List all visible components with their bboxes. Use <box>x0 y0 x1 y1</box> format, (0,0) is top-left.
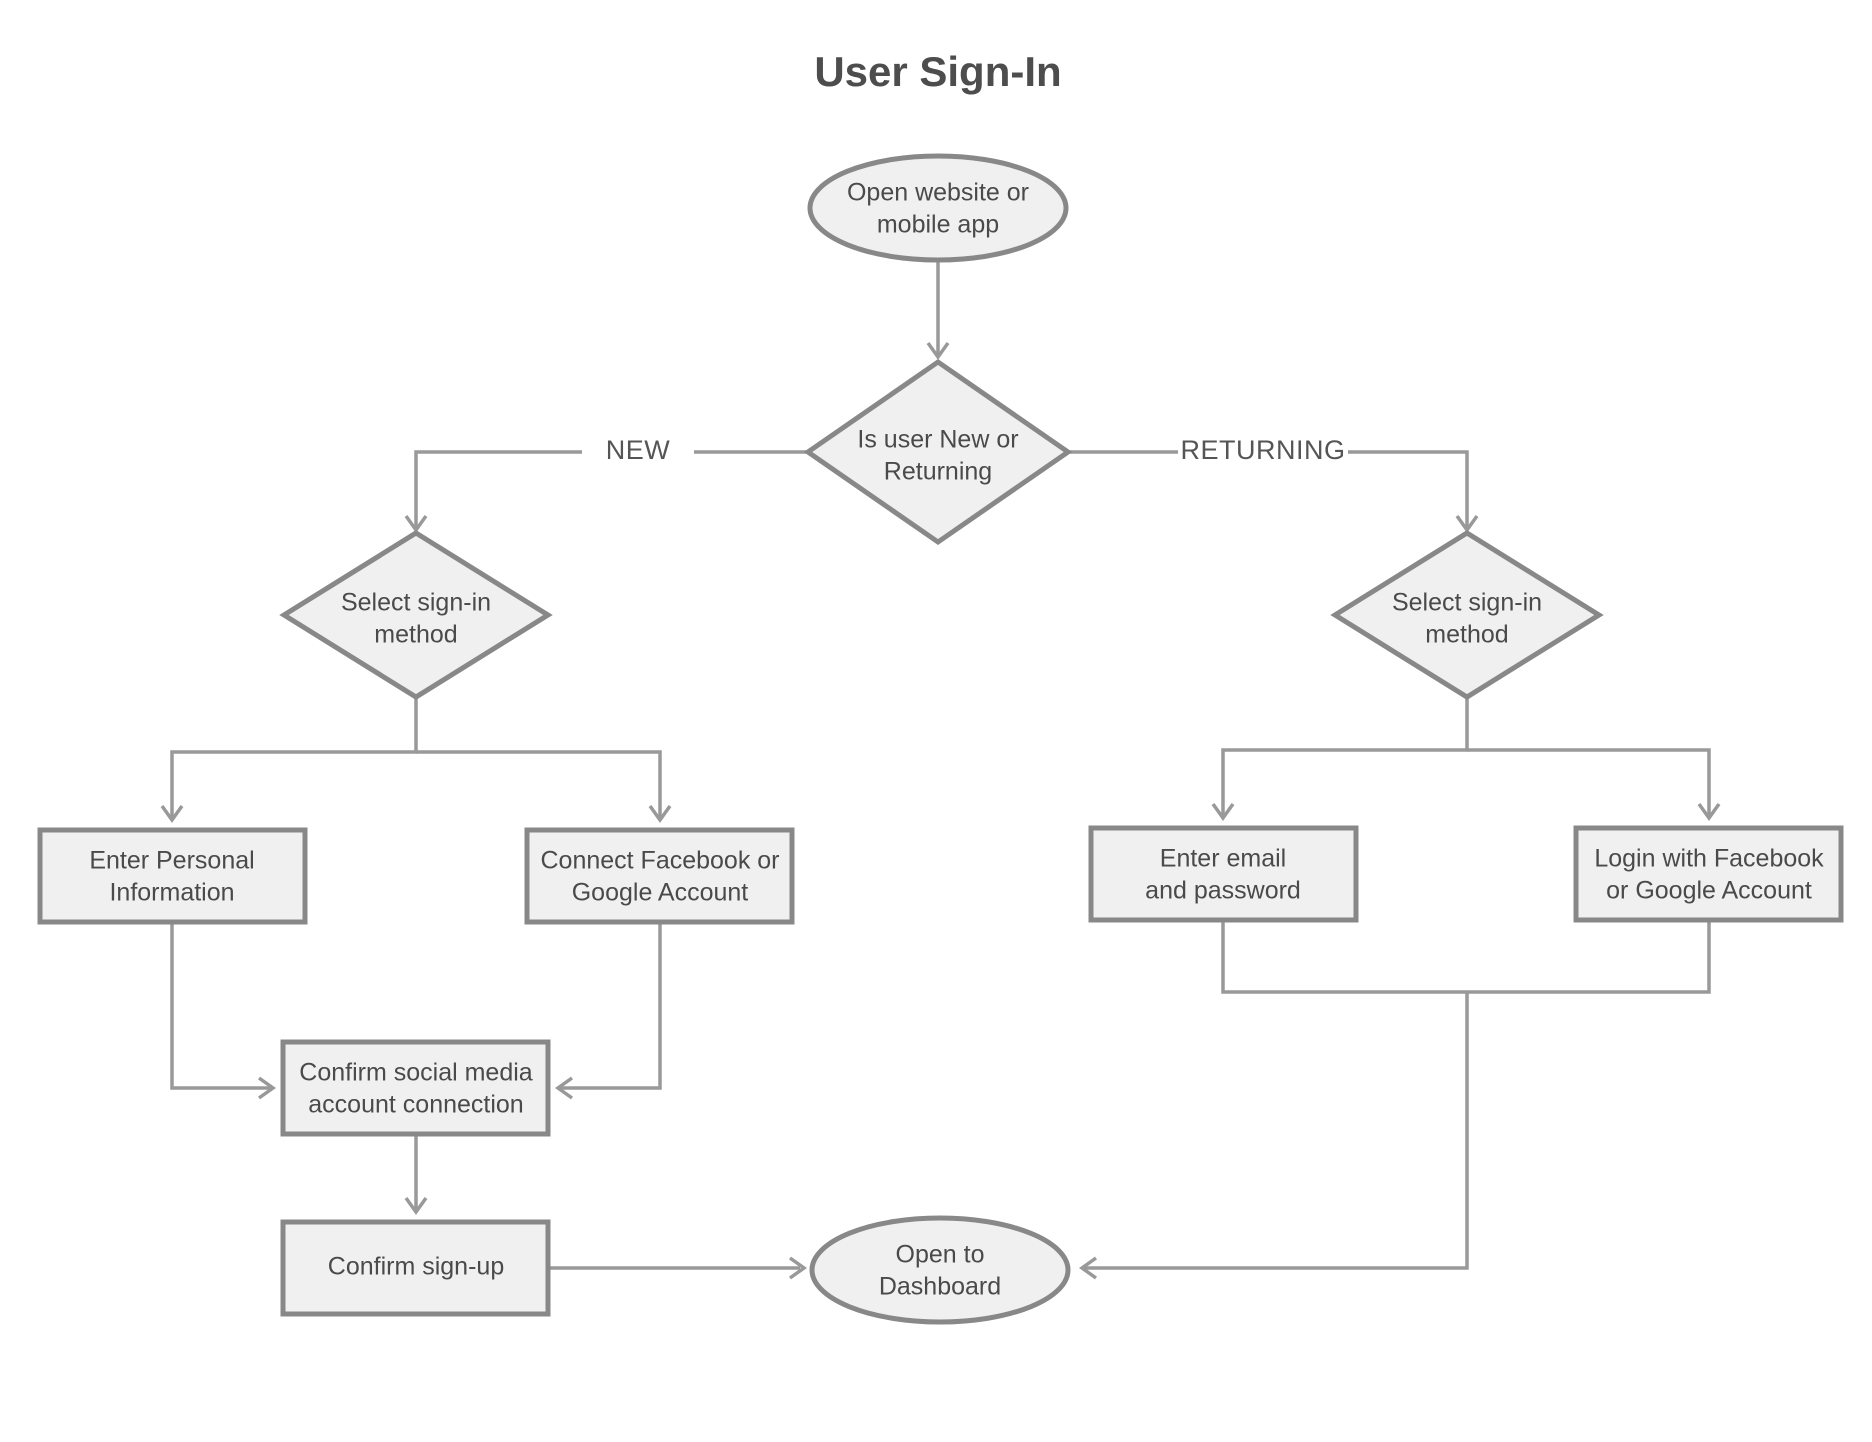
node-confirm-social-connection-shape <box>280 1039 551 1137</box>
edge-new-method-to-personal <box>170 697 418 818</box>
page-title: User Sign-In <box>814 48 1061 95</box>
node-login-social-account[interactable]: Login with Facebook or Google Account <box>1573 825 1844 923</box>
node-enter-personal-information-label-line2: Information <box>109 879 234 907</box>
flowchart-svg: User Sign-In NEW RETURNING Open website … <box>37 48 1844 1325</box>
edge-personal-to-confirm <box>170 922 271 1090</box>
node-enter-email-password[interactable]: Enter email and password <box>1088 825 1359 923</box>
node-start[interactable]: Open website or mobile app <box>807 153 1069 263</box>
node-confirm-social-connection-label-line2: account connection <box>308 1091 523 1119</box>
node-decision-returning-method-label-line1: Select sign-in <box>1392 589 1542 617</box>
edge-right-merge-bus <box>1221 920 1711 994</box>
node-open-dashboard-shape <box>809 1215 1071 1325</box>
node-decision-user-type[interactable]: Is user New or Returning <box>803 358 1073 546</box>
node-enter-email-password-label-line1: Enter email <box>1160 845 1286 873</box>
edge-label-returning: RETURNING <box>1181 435 1346 465</box>
node-enter-personal-information-label-line1: Enter Personal <box>89 847 254 875</box>
node-decision-new-method-label-line2: method <box>374 621 457 649</box>
node-start-label-line1: Open website or <box>847 179 1029 207</box>
node-open-dashboard-label-line1: Open to <box>896 1241 985 1269</box>
node-enter-email-password-label-line2: and password <box>1145 877 1301 905</box>
node-start-shape <box>807 153 1069 263</box>
node-decision-returning-method[interactable]: Select sign-in method <box>1330 530 1604 700</box>
edge-connect-to-confirm <box>560 922 662 1090</box>
node-enter-email-password-shape <box>1088 825 1359 923</box>
edge-merge-to-dashboard <box>1084 992 1469 1270</box>
node-open-dashboard-label-line2: Dashboard <box>879 1273 1001 1301</box>
edge-ret-method-to-login <box>1467 748 1711 816</box>
node-confirm-social-connection-label-line1: Confirm social media <box>299 1059 533 1087</box>
edge-ret-method-to-email <box>1221 697 1469 816</box>
node-decision-new-method[interactable]: Select sign-in method <box>279 530 553 700</box>
node-connect-social-account-shape <box>524 827 795 925</box>
node-connect-social-account-label-line1: Connect Facebook or <box>540 847 779 875</box>
node-start-label-line2: mobile app <box>877 211 999 239</box>
node-enter-personal-information-shape <box>37 827 308 925</box>
node-connect-social-account-label-line2: Google Account <box>572 879 749 907</box>
edge-returning-seg2 <box>1348 450 1469 528</box>
node-decision-user-type-label-line1: Is user New or <box>857 426 1018 454</box>
edge-new-method-to-connect <box>416 750 662 818</box>
node-open-dashboard[interactable]: Open to Dashboard <box>809 1215 1071 1325</box>
node-enter-personal-information[interactable]: Enter Personal Information <box>37 827 308 925</box>
edge-new-seg2 <box>414 450 582 528</box>
node-login-social-account-label-line2: or Google Account <box>1606 877 1812 905</box>
node-connect-social-account[interactable]: Connect Facebook or Google Account <box>524 827 795 925</box>
node-decision-returning-method-label-line2: method <box>1425 621 1508 649</box>
node-login-social-account-label-line1: Login with Facebook <box>1594 845 1824 873</box>
node-login-social-account-shape <box>1573 825 1844 923</box>
edge-label-new: NEW <box>606 435 671 465</box>
flowchart-canvas: User Sign-In NEW RETURNING Open website … <box>0 0 1872 1442</box>
node-decision-new-method-label-line1: Select sign-in <box>341 589 491 617</box>
node-decision-user-type-label-line2: Returning <box>884 458 992 486</box>
node-confirm-signup[interactable]: Confirm sign-up <box>280 1219 551 1317</box>
node-confirm-signup-label-line1: Confirm sign-up <box>328 1253 504 1281</box>
node-confirm-social-connection[interactable]: Confirm social media account connection <box>280 1039 551 1137</box>
